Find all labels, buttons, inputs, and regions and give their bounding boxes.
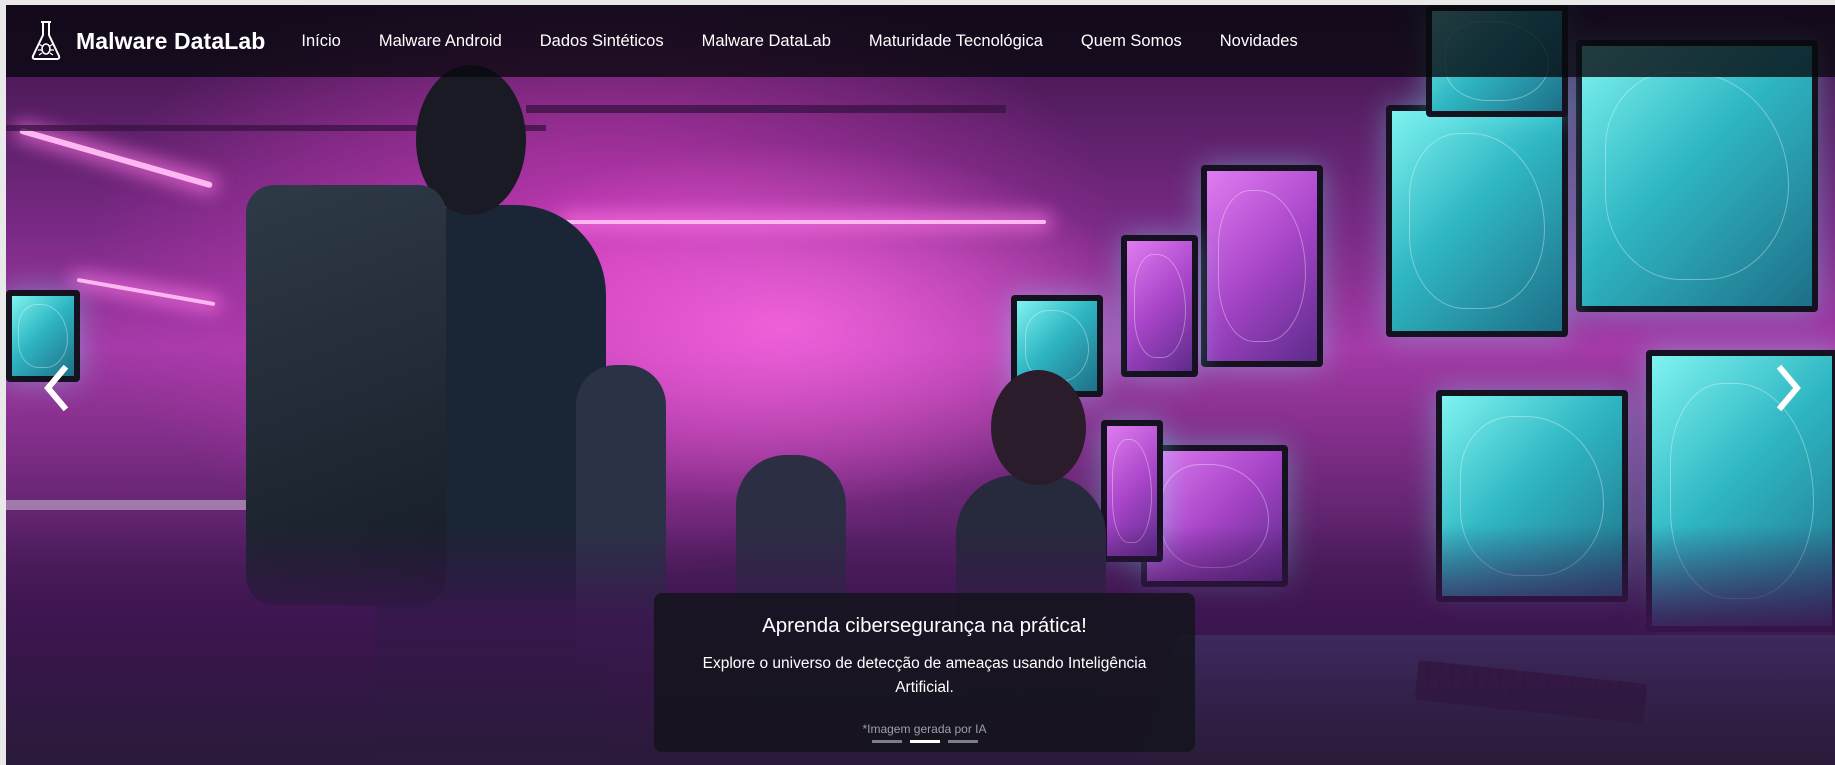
chevron-right-icon — [1773, 364, 1807, 417]
carousel-indicator-1[interactable] — [871, 740, 902, 743]
carousel-indicator-2[interactable] — [909, 740, 940, 743]
nav-item-maturidade-tecnologica[interactable]: Maturidade Tecnológica — [869, 32, 1043, 51]
carousel-indicator-3[interactable] — [947, 740, 978, 743]
navbar: Malware DataLab Início Malware Android D… — [6, 5, 1835, 77]
nav-item-inicio[interactable]: Início — [301, 32, 340, 51]
carousel-next-button[interactable] — [1773, 363, 1807, 413]
brand-name: Malware DataLab — [76, 27, 266, 54]
ceiling-pipe — [526, 105, 1006, 113]
ceiling-light — [19, 127, 213, 189]
monitor — [1121, 235, 1198, 377]
caption-text: Explore o universo de detecção de ameaça… — [702, 655, 1147, 696]
nav-item-quem-somos[interactable]: Quem Somos — [1081, 32, 1182, 51]
caption-title: Aprenda cibersegurança na prática! — [762, 614, 1087, 637]
nav-item-dados-sinteticos[interactable]: Dados Sintéticos — [540, 32, 664, 51]
chevron-left-icon — [38, 364, 72, 417]
monitor — [1576, 40, 1818, 312]
nav-item-novidades[interactable]: Novidades — [1220, 32, 1298, 51]
nav-item-malware-android[interactable]: Malware Android — [379, 32, 502, 51]
carousel-caption: Aprenda cibersegurança na prática! Explo… — [654, 593, 1195, 752]
ceiling-light — [76, 277, 216, 307]
monitor — [1201, 165, 1323, 367]
desk — [6, 500, 246, 510]
flask-bug-icon — [30, 20, 62, 62]
nav-item-malware-datalab[interactable]: Malware DataLab — [702, 32, 831, 51]
ai-image-note: *Imagem gerada por IA — [862, 722, 987, 736]
carousel-prev-button[interactable] — [38, 363, 72, 413]
carousel-indicators — [654, 740, 1195, 743]
nav-menu: Início Malware Android Dados Sintéticos … — [301, 32, 1335, 51]
person-head — [991, 370, 1086, 485]
page-frame: Malware DataLab Início Malware Android D… — [6, 5, 1835, 765]
monitor — [1386, 105, 1568, 337]
brand-link[interactable]: Malware DataLab — [30, 20, 265, 62]
ceiling-light — [566, 220, 1046, 224]
